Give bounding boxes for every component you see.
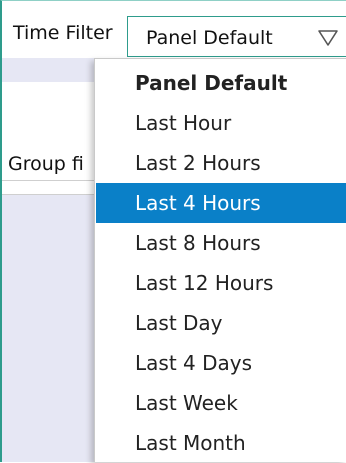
time-filter-selected-value: Panel Default <box>146 27 273 49</box>
triangle-down-outline-icon[interactable] <box>317 28 339 48</box>
time-filter-label: Time Filter <box>13 22 113 44</box>
dropdown-option-last-2-hours[interactable]: Last 2 Hours <box>96 143 346 183</box>
panel-row-band <box>2 58 98 82</box>
dropdown-option-last-hour[interactable]: Last Hour <box>96 103 346 143</box>
dropdown-option-last-week[interactable]: Last Week <box>96 383 346 423</box>
dropdown-option-last-4-hours[interactable]: Last 4 Hours <box>96 183 346 223</box>
divider <box>2 194 94 195</box>
dropdown-option-last-month[interactable]: Last Month <box>96 423 346 463</box>
panel-row-band <box>2 194 98 462</box>
dropdown-option-last-4-days[interactable]: Last 4 Days <box>96 343 346 383</box>
time-filter-select[interactable]: Panel Default <box>127 16 346 57</box>
dropdown-option-panel-default[interactable]: Panel Default <box>96 63 346 103</box>
dropdown-option-last-8-hours[interactable]: Last 8 Hours <box>96 223 346 263</box>
dropdown-option-last-day[interactable]: Last Day <box>96 303 346 343</box>
dropdown-option-last-12-hours[interactable]: Last 12 Hours <box>96 263 346 303</box>
time-filter-dropdown-menu: Panel Default Last Hour Last 2 Hours Las… <box>94 58 346 462</box>
group-filter-label: Group fi <box>8 153 84 175</box>
divider <box>2 180 94 181</box>
